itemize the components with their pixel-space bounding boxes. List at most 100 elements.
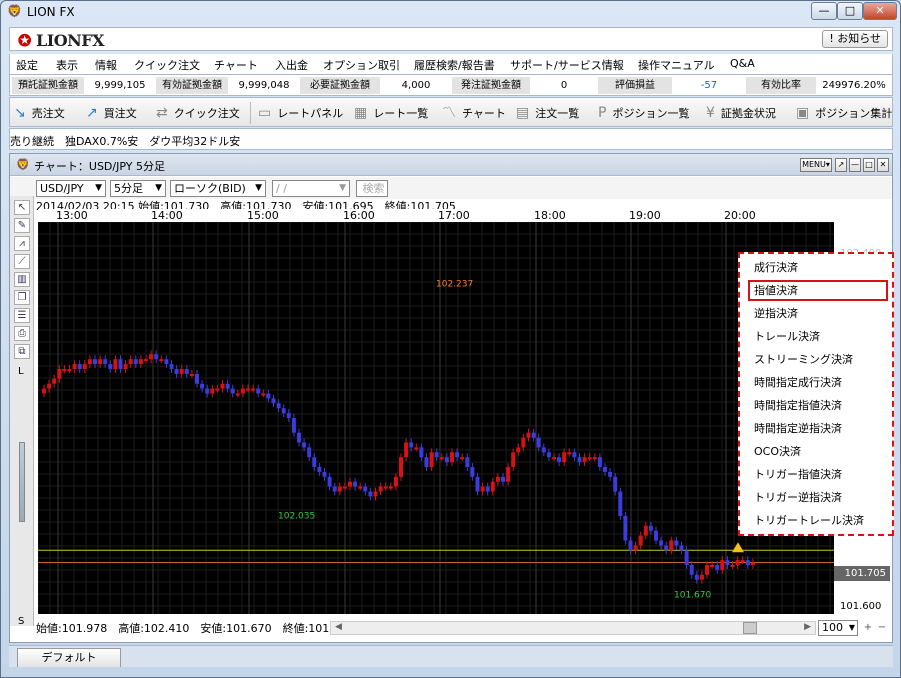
candle-body [475, 476, 480, 492]
zoom-out-icon[interactable]: − [876, 622, 888, 634]
menu-item-limit-close[interactable]: 指値決済 [748, 280, 888, 301]
menu-manual[interactable]: 操作マニュアル [638, 57, 715, 73]
zoom-in-icon[interactable]: + [862, 622, 874, 634]
list-tool-icon[interactable]: ☰ [14, 308, 30, 323]
layers-icon[interactable]: ⧉ [14, 344, 30, 359]
scroll-right-icon[interactable]: ▶ [804, 622, 811, 632]
menu-item-stop-close[interactable]: 逆指決済 [748, 303, 888, 324]
menu-quick-order[interactable]: クイック注文 [134, 57, 200, 73]
menu-item-trigger-trail-close[interactable]: トリガートレール決済 [748, 510, 888, 531]
menu-item-timed-market-close[interactable]: 時間指定成行決済 [748, 372, 888, 393]
candle-body [93, 359, 97, 365]
scroll-left-icon[interactable]: ◀ [335, 622, 342, 632]
candle-body [429, 452, 434, 467]
pen-tool-icon[interactable]: ✎ [14, 218, 30, 233]
candle-body [164, 359, 169, 365]
menu-view[interactable]: 表示 [56, 57, 78, 73]
long-label: L [18, 366, 24, 377]
high-annotation: 102.237 [436, 280, 473, 290]
chart-icon: 〽 [442, 105, 456, 121]
menu-item-trigger-limit-close[interactable]: トリガー指値決済 [748, 464, 888, 485]
minimize-chart-icon[interactable]: — [849, 158, 861, 172]
order-list-button[interactable]: ▤ 注文一覧 [516, 104, 579, 122]
horizontal-scrollbar[interactable]: ◀ ▶ [330, 621, 816, 635]
menu-item-timed-stop-close[interactable]: 時間指定逆指決済 [748, 418, 888, 439]
menu-item-market-close[interactable]: 成行決済 [748, 257, 888, 278]
zoom-select[interactable]: 100 ▼ [818, 620, 858, 636]
position-list-button[interactable]: P ポジション一覧 [598, 104, 689, 122]
notice-button[interactable]: ! お知らせ [822, 30, 888, 48]
required-margin-label: 必要証拠金額 [300, 77, 380, 94]
chart-menu-button[interactable]: MENU▾ [800, 158, 832, 172]
candle-body [490, 481, 495, 492]
candle-body [674, 540, 679, 546]
pl-value: -57 [700, 80, 718, 91]
menu-options[interactable]: オプション取引 [323, 57, 400, 73]
print-icon[interactable]: ⎙ [14, 326, 30, 341]
rate-list-button[interactable]: ▦ レート一覧 [354, 104, 428, 122]
search-button[interactable]: 検索 [356, 180, 388, 197]
menu-item-trigger-stop-close[interactable]: トリガー逆指決済 [748, 487, 888, 508]
candle-body [705, 565, 709, 575]
candle-body [159, 359, 164, 362]
candle-body [608, 471, 613, 477]
menu-item-trail-close[interactable]: トレール決済 [748, 326, 888, 347]
candle-body [618, 491, 623, 516]
menu-item-streaming-close[interactable]: ストリーミング決済 [748, 349, 888, 370]
menu-history[interactable]: 履歴検索/報告書 [414, 57, 495, 73]
minimize-button[interactable]: — [811, 2, 837, 20]
candle-body [332, 486, 337, 492]
candle-body [699, 574, 704, 580]
bars-tool-icon[interactable]: ▥ [14, 272, 30, 287]
ratio-label: 有効比率 [746, 77, 816, 94]
date-input[interactable]: / / ▼ [272, 180, 350, 197]
candle-body [118, 359, 123, 369]
menu-info[interactable]: 情報 [95, 57, 117, 73]
candle-body [225, 383, 230, 389]
candle-body [531, 432, 536, 438]
candle-body [526, 432, 531, 438]
menu-chart[interactable]: チャート [214, 57, 258, 73]
trend-tool-icon[interactable]: ⩘ [14, 236, 30, 251]
vertical-zoom-slider[interactable] [19, 442, 25, 522]
candle-body [439, 457, 444, 460]
candle-body [246, 388, 250, 391]
workspace-tabs: デフォルト [9, 645, 893, 667]
pl-label: 評価損益 [598, 77, 672, 94]
pin-icon[interactable]: ↗ [835, 158, 847, 172]
maximize-button[interactable]: □ [837, 2, 863, 20]
candle-body [383, 486, 388, 489]
close-chart-icon[interactable]: ✕ [877, 158, 889, 172]
candle-body [745, 560, 750, 565]
menu-item-timed-limit-close[interactable]: 時間指定指値決済 [748, 395, 888, 416]
quick-order-button[interactable]: ⇄ クイック注文 [156, 104, 240, 122]
buy-order-button[interactable]: ↗ 買注文 [86, 104, 137, 122]
menu-item-oco-close[interactable]: OCO決済 [748, 441, 888, 462]
close-button[interactable]: ✕ [863, 2, 897, 20]
maximize-chart-icon[interactable]: □ [863, 158, 875, 172]
candle-body [735, 560, 740, 565]
position-summary-button[interactable]: ▣ ポジション集計 [796, 104, 892, 122]
menu-deposit[interactable]: 入出金 [275, 57, 308, 73]
candlestick-chart[interactable]: 102.237 102.035 101.670 [37, 221, 834, 614]
menu-support[interactable]: サポート/サービス情報 [510, 57, 624, 73]
menu-qa[interactable]: Q&A [730, 57, 755, 70]
cursor-tool-icon[interactable]: ↖ [14, 200, 30, 215]
chart-type-select[interactable]: ローソク(BID) ▼ [170, 180, 266, 197]
margin-status-button[interactable]: ¥ 証拠金状況 [706, 104, 776, 122]
required-margin-value: 4,000 [401, 80, 431, 91]
menu-settings[interactable]: 設定 [16, 57, 38, 73]
scroll-thumb[interactable] [743, 622, 757, 634]
copy-tool-icon[interactable]: ❐ [14, 290, 30, 305]
chevron-down-icon: ▼ [255, 183, 262, 193]
sell-order-button[interactable]: ↘ 売注文 [14, 104, 65, 122]
pair-select[interactable]: USD/JPY ▼ [36, 180, 106, 197]
interval-select[interactable]: 5分足 ▼ [110, 180, 166, 197]
tab-default[interactable]: デフォルト [17, 648, 121, 667]
candle-body [297, 432, 301, 443]
rate-panel-button[interactable]: ▭ レートパネル [258, 104, 343, 122]
candle-body [643, 525, 648, 536]
chart-button[interactable]: 〽チャート [442, 104, 506, 122]
candle-body [322, 471, 327, 477]
fib-tool-icon[interactable]: ⟋ [14, 254, 30, 269]
